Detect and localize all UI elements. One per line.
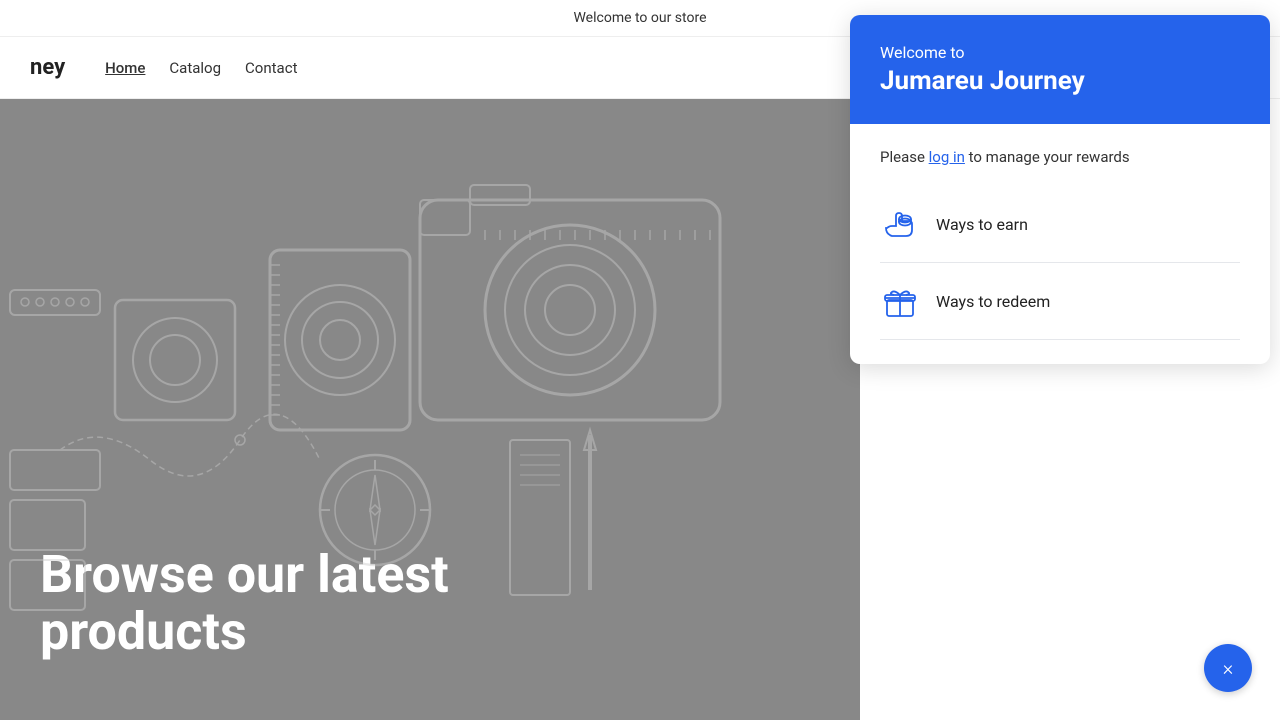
- rewards-body: Please log in to manage your rewards: [850, 124, 1270, 364]
- nav-links: Home Catalog Contact: [105, 58, 297, 77]
- hero-section: Browse our latest products: [0, 0, 860, 720]
- hero-illustration: [0, 100, 860, 650]
- rewards-login-text: Please log in to manage your rewards: [880, 148, 1240, 166]
- rewards-header: Welcome to Jumareu Journey: [850, 15, 1270, 124]
- float-close-button[interactable]: ×: [1204, 644, 1252, 692]
- ways-to-earn-item[interactable]: Ways to earn: [880, 186, 1240, 263]
- nav-logo: ney: [30, 55, 65, 80]
- nav-item-contact[interactable]: Contact: [245, 58, 297, 77]
- earn-label: Ways to earn: [936, 215, 1028, 234]
- login-prefix: Please: [880, 148, 929, 166]
- login-suffix: to manage your rewards: [965, 148, 1130, 166]
- rewards-brand-name: Jumareu Journey: [880, 66, 1240, 96]
- rewards-panel: Welcome to Jumareu Journey Please log in…: [850, 15, 1270, 364]
- login-link[interactable]: log in: [929, 148, 965, 166]
- rewards-welcome-to: Welcome to: [880, 43, 1240, 62]
- nav-item-catalog[interactable]: Catalog: [169, 58, 221, 77]
- page: Welcome to our store ney Home Catalog Co…: [0, 0, 1280, 720]
- close-icon: ×: [1223, 658, 1233, 678]
- nav-link-home[interactable]: Home: [105, 59, 145, 77]
- nav-link-contact[interactable]: Contact: [245, 59, 297, 77]
- ways-to-redeem-item[interactable]: Ways to redeem: [880, 263, 1240, 340]
- earn-icon: [880, 204, 920, 244]
- announcement-text: Welcome to our store: [573, 10, 706, 26]
- nav-item-home[interactable]: Home: [105, 58, 145, 77]
- nav-link-catalog[interactable]: Catalog: [169, 59, 221, 77]
- redeem-icon: [880, 281, 920, 321]
- redeem-label: Ways to redeem: [936, 292, 1050, 311]
